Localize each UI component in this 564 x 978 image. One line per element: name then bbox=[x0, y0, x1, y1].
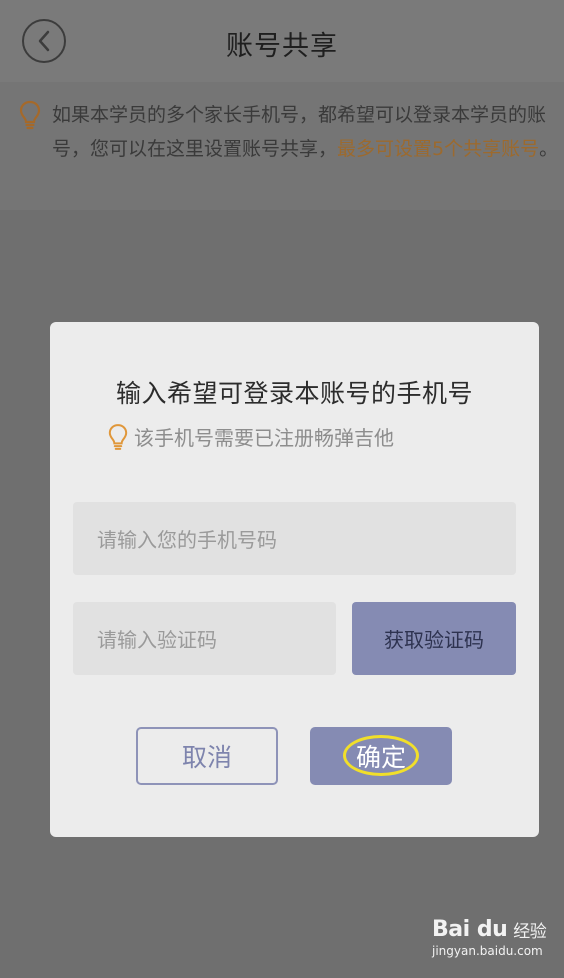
watermark-site: jingyan.baidu.com bbox=[432, 944, 543, 958]
phone-input-placeholder: 请输入您的手机号码 bbox=[97, 528, 277, 552]
dialog-hint-text: 该手机号需要已注册畅弹吉他 bbox=[134, 426, 394, 450]
cancel-label: 取消 bbox=[181, 743, 232, 772]
code-input-placeholder: 请输入验证码 bbox=[97, 628, 217, 652]
lightbulb-icon bbox=[19, 100, 41, 130]
cancel-button[interactable]: 取消 bbox=[136, 727, 278, 785]
share-account-dialog: 输入希望可登录本账号的手机号 该手机号需要已注册畅弹吉他 请输入您的手机号码 请… bbox=[50, 322, 539, 837]
get-code-label: 获取验证码 bbox=[384, 628, 484, 652]
app-header: 账号共享 bbox=[0, 0, 564, 82]
baidu-jingyan-watermark: Bai du 经验 jingyan.baidu.com bbox=[432, 917, 547, 958]
confirm-button[interactable]: 确定 bbox=[310, 727, 452, 785]
lightbulb-icon bbox=[108, 423, 128, 450]
highlight-ring bbox=[343, 735, 419, 776]
verification-code-input[interactable]: 请输入验证码 bbox=[73, 602, 336, 675]
get-code-button[interactable]: 获取验证码 bbox=[352, 602, 516, 675]
notice-text: 如果本学员的多个家长手机号，都希望可以登录本学员的账号，您可以在这里设置账号共享… bbox=[52, 98, 564, 166]
page-title: 账号共享 bbox=[226, 31, 338, 62]
watermark-logo: Bai du 经验 bbox=[432, 917, 547, 942]
watermark-brand: Bai du bbox=[432, 917, 508, 942]
dialog-hint: 该手机号需要已注册畅弹吉他 bbox=[108, 422, 394, 451]
watermark-brand-cn: 经验 bbox=[513, 922, 547, 942]
phone-input[interactable]: 请输入您的手机号码 bbox=[73, 502, 516, 575]
notice-text-highlight: 最多可设置5个共享账号 bbox=[337, 138, 540, 160]
notice-text-end: 。 bbox=[539, 138, 559, 160]
dialog-title: 输入希望可登录本账号的手机号 bbox=[115, 379, 473, 408]
